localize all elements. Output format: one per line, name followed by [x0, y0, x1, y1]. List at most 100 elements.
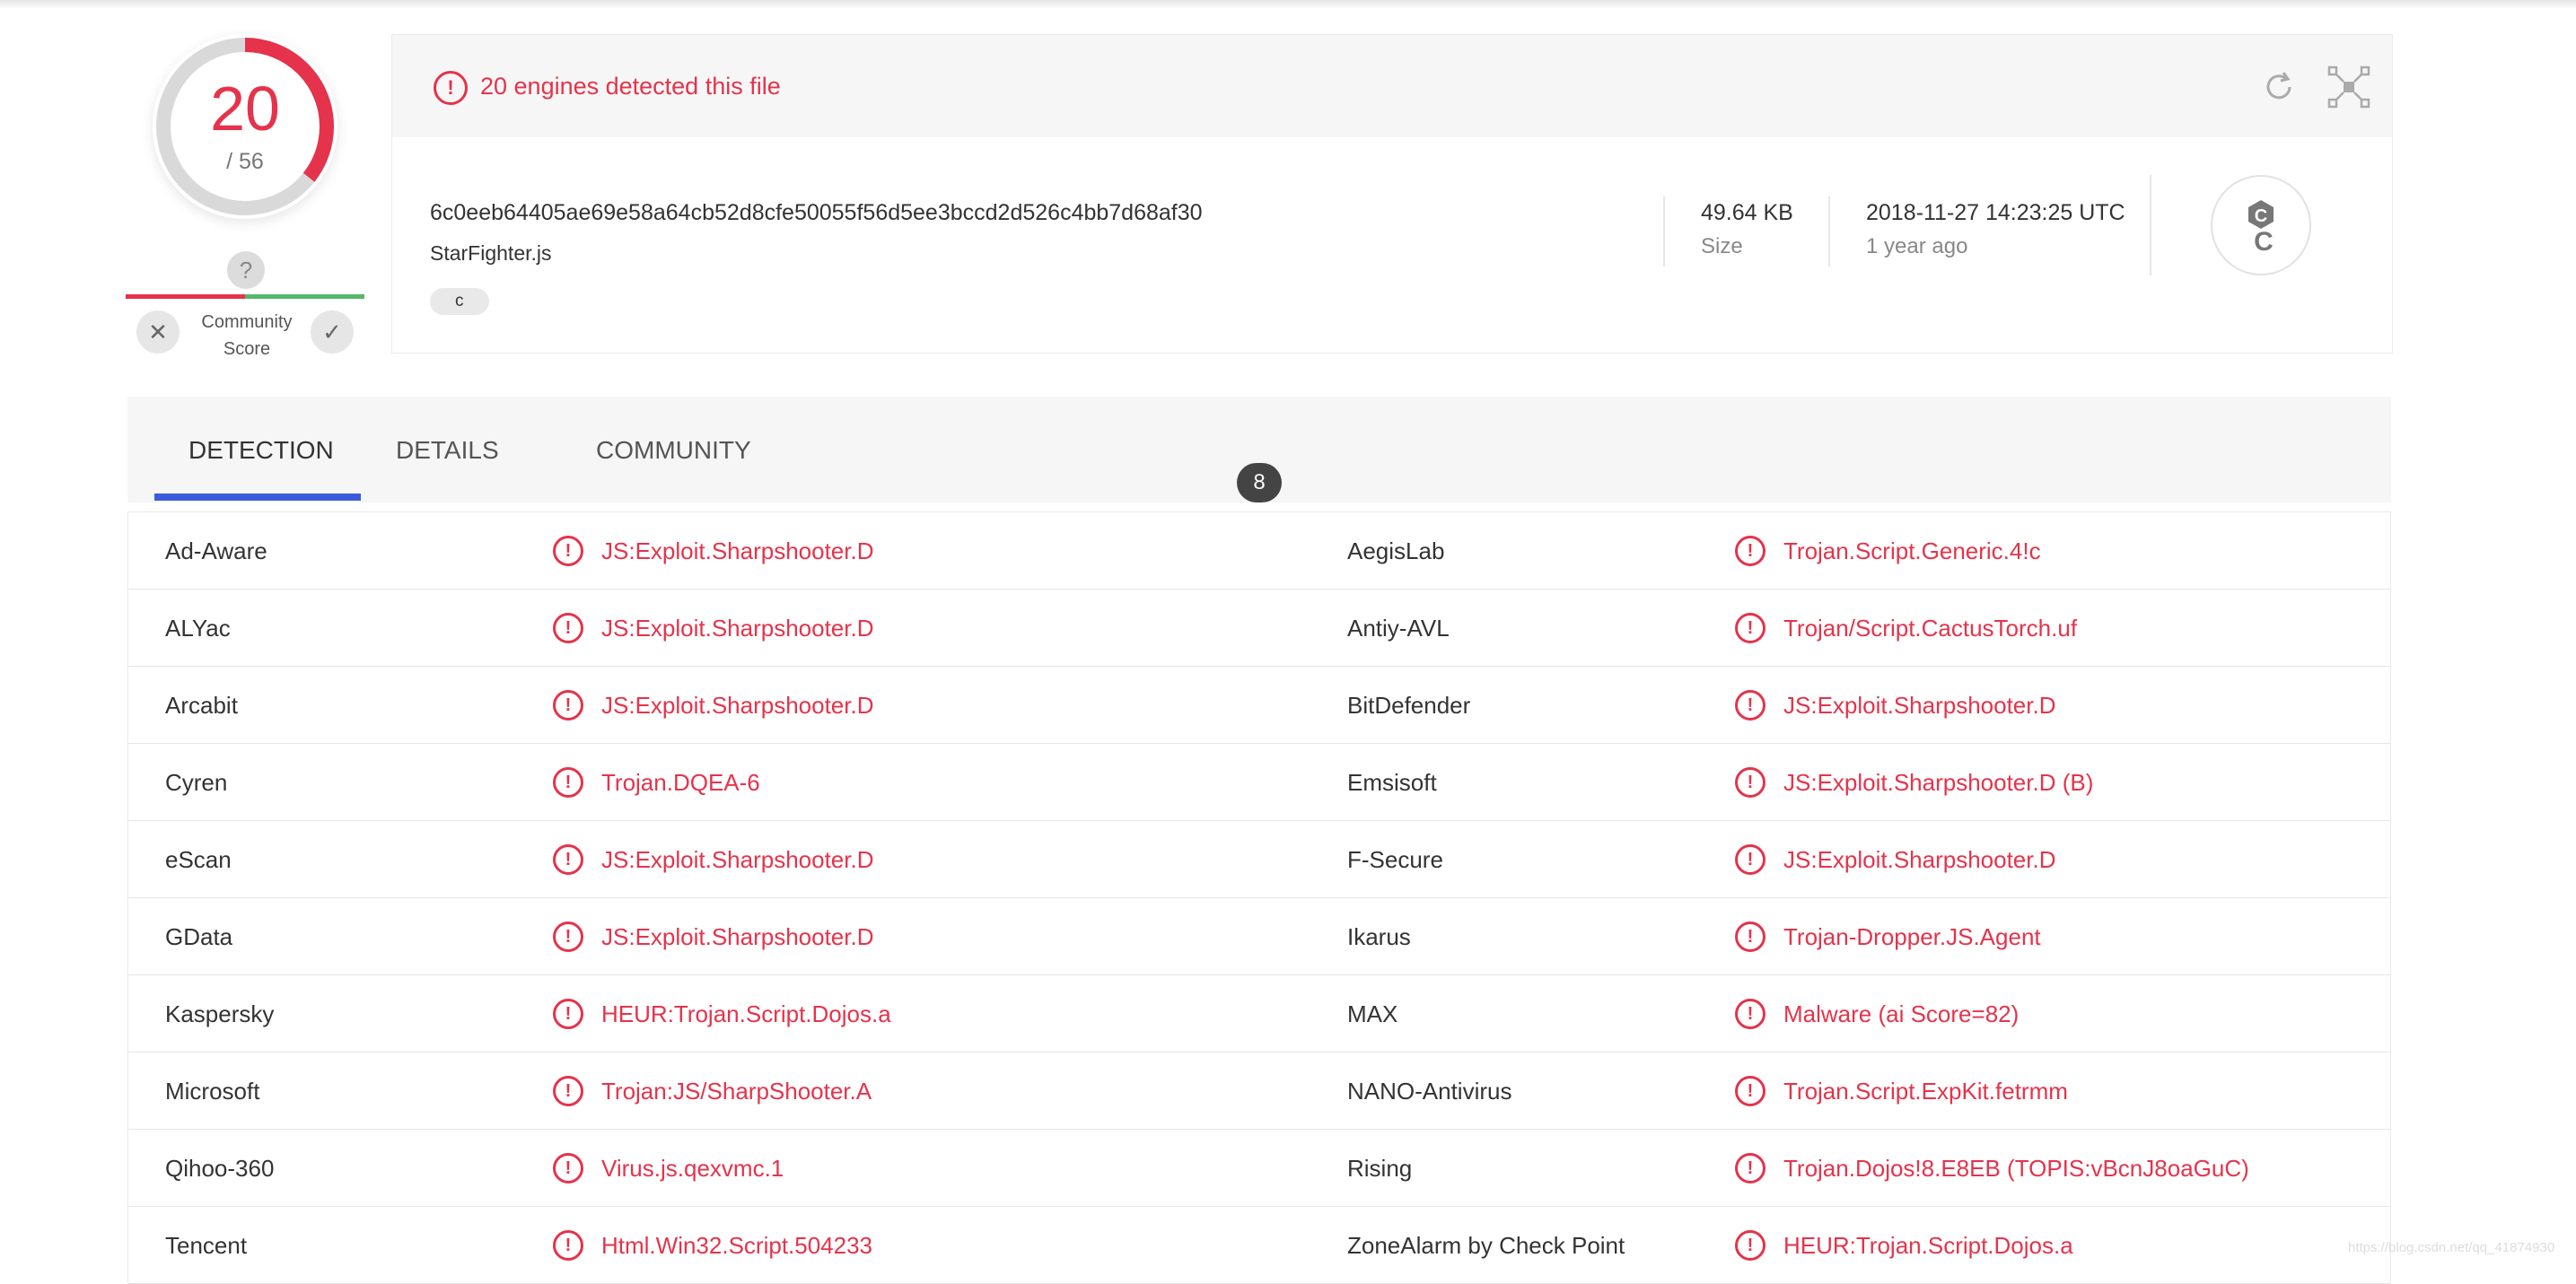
malicious-alert-icon: ! [1735, 536, 1766, 566]
malicious-alert-icon: ! [1735, 1076, 1766, 1106]
malicious-alert-icon: ! [553, 1076, 583, 1106]
tab-community-label: COMMUNITY [596, 436, 751, 464]
engine-name: Cyren [165, 769, 228, 796]
malicious-alert-icon: ! [553, 613, 583, 643]
engine-name: NANO-Antivirus [1347, 1078, 1512, 1105]
detection-result: Trojan.Script.ExpKit.fetrmm [1783, 1078, 2068, 1105]
detection-result: Trojan.Dojos!8.E8EB (TOPIS:vBcnJ8oaGuC) [1783, 1155, 2249, 1182]
table-row: Kaspersky ! HEUR:Trojan.Script.Dojos.a M… [128, 975, 2390, 1053]
table-row: Arcabit ! JS:Exploit.Sharpshooter.D BitD… [128, 667, 2390, 744]
table-row: Cyren ! Trojan.DQEA-6 Emsisoft ! JS:Expl… [128, 744, 2390, 821]
table-row: Tencent ! Html.Win32.Script.504233 ZoneA… [128, 1207, 2390, 1284]
malicious-alert-icon: ! [1735, 613, 1766, 643]
table-row: GData ! JS:Exploit.Sharpshooter.D Ikarus… [128, 898, 2390, 975]
detections-count: 20 [210, 74, 280, 144]
analysis-date-relative: 1 year ago [1866, 234, 1968, 258]
reanalyze-icon[interactable] [2259, 67, 2299, 107]
malicious-alert-icon: ! [1735, 1230, 1766, 1261]
table-row: eScan ! JS:Exploit.Sharpshooter.D F-Secu… [128, 821, 2390, 898]
file-name: StarFighter.js [430, 241, 552, 265]
table-row: ALYac ! JS:Exploit.Sharpshooter.D Antiy-… [128, 590, 2390, 667]
malicious-alert-icon: ! [553, 767, 583, 798]
detection-result: Html.Win32.Script.504233 [601, 1232, 873, 1259]
detection-result: JS:Exploit.Sharpshooter.D [601, 692, 874, 719]
malicious-alert-icon: ! [1735, 922, 1766, 952]
engine-name: GData [165, 923, 233, 950]
engine-name: eScan [165, 846, 232, 873]
detection-result: Trojan.DQEA-6 [601, 769, 760, 796]
detection-score-widget: 20 / 56 ? ✕ Community Score ✓ [126, 34, 368, 366]
community-score-unknown-icon: ? [227, 251, 265, 289]
detection-result: HEUR:Trojan.Script.Dojos.a [601, 1000, 891, 1027]
community-count-badge: 8 [1237, 463, 1282, 502]
detection-result: JS:Exploit.Sharpshooter.D (B) [1783, 769, 2094, 796]
summary-header: ! 20 engines detected this file [392, 35, 2392, 137]
engine-name: Tencent [165, 1232, 248, 1259]
detection-result: HEUR:Trojan.Script.Dojos.a [1783, 1232, 2073, 1259]
malicious-alert-icon: ! [1735, 690, 1766, 721]
vote-harmless-button[interactable]: ✓ [311, 310, 354, 354]
detection-result: JS:Exploit.Sharpshooter.D [601, 846, 874, 873]
divider [2150, 175, 2151, 275]
malicious-alert-icon: ! [1735, 999, 1766, 1029]
file-summary-card: ! 20 engines detected this file 6c0eeb64… [391, 34, 2393, 354]
detection-result: Trojan:JS/SharpShooter.A [601, 1078, 872, 1105]
malicious-alert-icon: ! [553, 844, 583, 875]
watermark: https://blog.csdn.net/qq_41874930 [2348, 1240, 2555, 1255]
community-score-label-line2: Score [223, 339, 271, 359]
malicious-alert-icon: ! [1735, 1153, 1766, 1184]
community-score-bar-negative [126, 294, 245, 299]
detection-result: Virus.js.qexvmc.1 [601, 1155, 784, 1182]
tab-details[interactable]: DETAILS [396, 436, 499, 465]
engine-name: Rising [1347, 1155, 1413, 1182]
detection-result: JS:Exploit.Sharpshooter.D [601, 615, 874, 642]
engine-name: ZoneAlarm by Check Point [1347, 1232, 1625, 1259]
tab-community[interactable]: COMMUNITY 8 [596, 436, 1282, 502]
file-size-value: 49.64 KB [1701, 200, 1793, 225]
tab-detection[interactable]: DETECTION [188, 436, 334, 465]
malicious-alert-icon: ! [553, 536, 583, 566]
community-score-label-line1: Community [201, 312, 293, 332]
detection-result: JS:Exploit.Sharpshooter.D [601, 537, 874, 564]
detection-result: JS:Exploit.Sharpshooter.D [1783, 692, 2056, 719]
engine-name: Microsoft [165, 1078, 260, 1105]
community-score-bar-positive [245, 294, 364, 299]
engine-name: Emsisoft [1347, 769, 1437, 796]
file-size-label: Size [1701, 234, 1743, 258]
malicious-alert-icon: ! [553, 690, 583, 721]
malicious-alert-icon: ! [1735, 767, 1766, 798]
engine-name: ALYac [165, 615, 231, 642]
engine-name: MAX [1347, 1000, 1398, 1027]
table-row: Microsoft ! Trojan:JS/SharpShooter.A NAN… [128, 1053, 2390, 1130]
engine-name: Arcabit [165, 692, 238, 719]
detection-result: JS:Exploit.Sharpshooter.D [601, 923, 874, 950]
detection-result: Trojan.Script.Generic.4!c [1783, 537, 2041, 564]
detection-result: Trojan/Script.CactusTorch.uf [1783, 615, 2078, 642]
file-type-c-icon: C C [2211, 175, 2311, 275]
engine-name: Kaspersky [165, 1000, 275, 1027]
engines-total: / 56 [226, 149, 264, 174]
file-hash[interactable]: 6c0eeb64405ae69e58a64cb52d8cfe50055f56d5… [430, 200, 1203, 226]
active-tab-indicator [154, 494, 361, 501]
engine-name: Ad-Aware [165, 537, 267, 564]
analysis-date-value: 2018-11-27 14:23:25 UTC [1866, 200, 2125, 225]
engine-name: F-Secure [1347, 846, 1443, 873]
top-shadow [0, 0, 2576, 9]
divider [1663, 197, 1665, 266]
vote-harmful-button[interactable]: ✕ [136, 310, 180, 354]
engine-name: Ikarus [1347, 923, 1411, 950]
table-row: Ad-Aware ! JS:Exploit.Sharpshooter.D Aeg… [128, 512, 2390, 590]
detection-summary-title: 20 engines detected this file [480, 73, 781, 100]
graph-view-icon[interactable] [2327, 66, 2370, 109]
detection-result: Malware (ai Score=82) [1783, 1000, 2020, 1027]
detection-results-table: Ad-Aware ! JS:Exploit.Sharpshooter.D Aeg… [127, 511, 2391, 1284]
malicious-alert-icon: ! [553, 1153, 583, 1184]
malicious-alert-icon: ! [553, 999, 583, 1029]
detection-result: Trojan-Dropper.JS.Agent [1783, 923, 2041, 950]
malicious-alert-icon: ! [1735, 844, 1766, 875]
detection-gauge: 20 / 56 [153, 34, 337, 219]
community-score-bar [126, 294, 364, 299]
engine-name: BitDefender [1347, 692, 1471, 719]
file-tag[interactable]: c [430, 288, 489, 315]
detection-result: JS:Exploit.Sharpshooter.D [1783, 846, 2056, 873]
